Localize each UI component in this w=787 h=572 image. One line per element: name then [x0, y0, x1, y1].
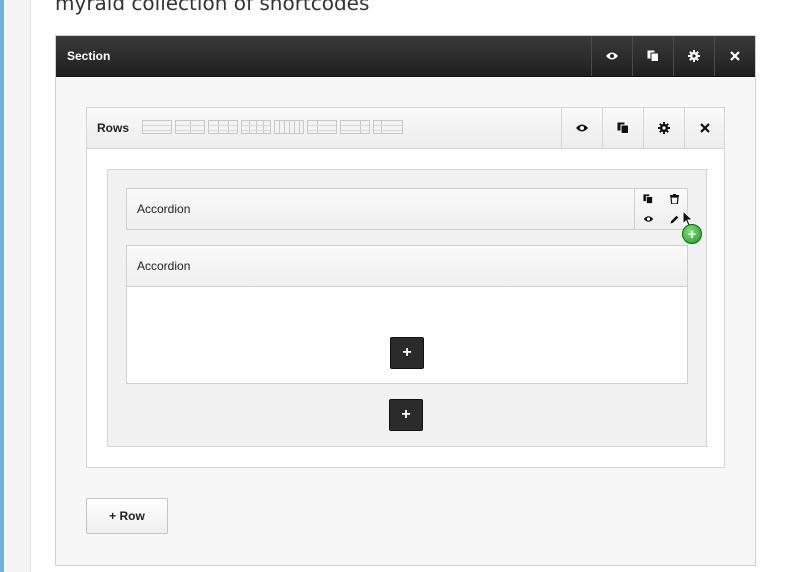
- section-header: Section: [56, 36, 755, 77]
- layout-4-col-icon[interactable]: [241, 120, 271, 134]
- rows-header: Rows: [87, 108, 724, 149]
- pencil-icon: [670, 215, 678, 223]
- layout-1-col-icon[interactable]: [142, 120, 172, 134]
- clone-icon: [617, 122, 629, 134]
- layout-3-col-icon[interactable]: [208, 120, 238, 134]
- accordion-expanded-header[interactable]: Accordion: [127, 246, 687, 287]
- close-icon: [730, 51, 740, 61]
- section-title: Section: [67, 49, 111, 63]
- layout-1-4-3-4-icon[interactable]: [373, 120, 403, 134]
- section-settings-button[interactable]: [673, 36, 714, 76]
- section-delete-button[interactable]: [714, 36, 755, 76]
- layout-2-3-1-3-icon[interactable]: [340, 120, 370, 134]
- close-icon: [700, 123, 710, 133]
- rows-toggle-visibility-button[interactable]: [561, 108, 602, 148]
- eye-icon: [606, 52, 618, 60]
- layout-2-col-icon[interactable]: [175, 120, 205, 134]
- accordion-expanded-title: Accordion: [137, 259, 191, 273]
- drag-add-badge-icon: +: [682, 224, 702, 244]
- page-heading: myraid collection of shortcodes: [55, 0, 370, 15]
- accordion-clone-button[interactable]: [635, 189, 661, 209]
- layout-1-3-2-3-icon[interactable]: [307, 120, 337, 134]
- eye-icon: [643, 216, 653, 222]
- accordion-add-item-button[interactable]: +: [390, 337, 424, 369]
- accordion-title: Accordion: [137, 202, 191, 216]
- row-layout-picker: [142, 120, 403, 134]
- accordion-toggle-visibility-button[interactable]: [635, 209, 661, 229]
- rows-title: Rows: [97, 121, 130, 135]
- gear-icon: [688, 50, 700, 62]
- rows-settings-button[interactable]: [643, 108, 684, 148]
- section-toggle-visibility-button[interactable]: [591, 36, 632, 76]
- clone-icon: [643, 194, 653, 204]
- rows-delete-button[interactable]: [684, 108, 725, 148]
- section-container: Section Rows Accordion Accordion + + + R…: [55, 35, 756, 566]
- rows-clone-button[interactable]: [602, 108, 643, 148]
- left-gutter: [4, 0, 31, 572]
- accordion-module-expanded: Accordion +: [126, 245, 688, 384]
- rows-panel: Rows Accordion Accordion + +: [86, 107, 725, 468]
- trash-icon: [669, 194, 679, 204]
- layout-6-col-icon[interactable]: [274, 120, 304, 134]
- accordion-delete-button[interactable]: [661, 189, 687, 209]
- accordion-module-toolbar: [634, 189, 688, 229]
- accordion-module-collapsed[interactable]: Accordion: [126, 188, 688, 230]
- column-add-module-button[interactable]: +: [389, 399, 423, 431]
- add-row-button[interactable]: + Row: [86, 498, 168, 534]
- gear-icon: [658, 122, 670, 134]
- row-column: Accordion Accordion + +: [107, 169, 707, 447]
- clone-icon: [647, 50, 659, 62]
- eye-icon: [576, 124, 588, 132]
- section-clone-button[interactable]: [632, 36, 673, 76]
